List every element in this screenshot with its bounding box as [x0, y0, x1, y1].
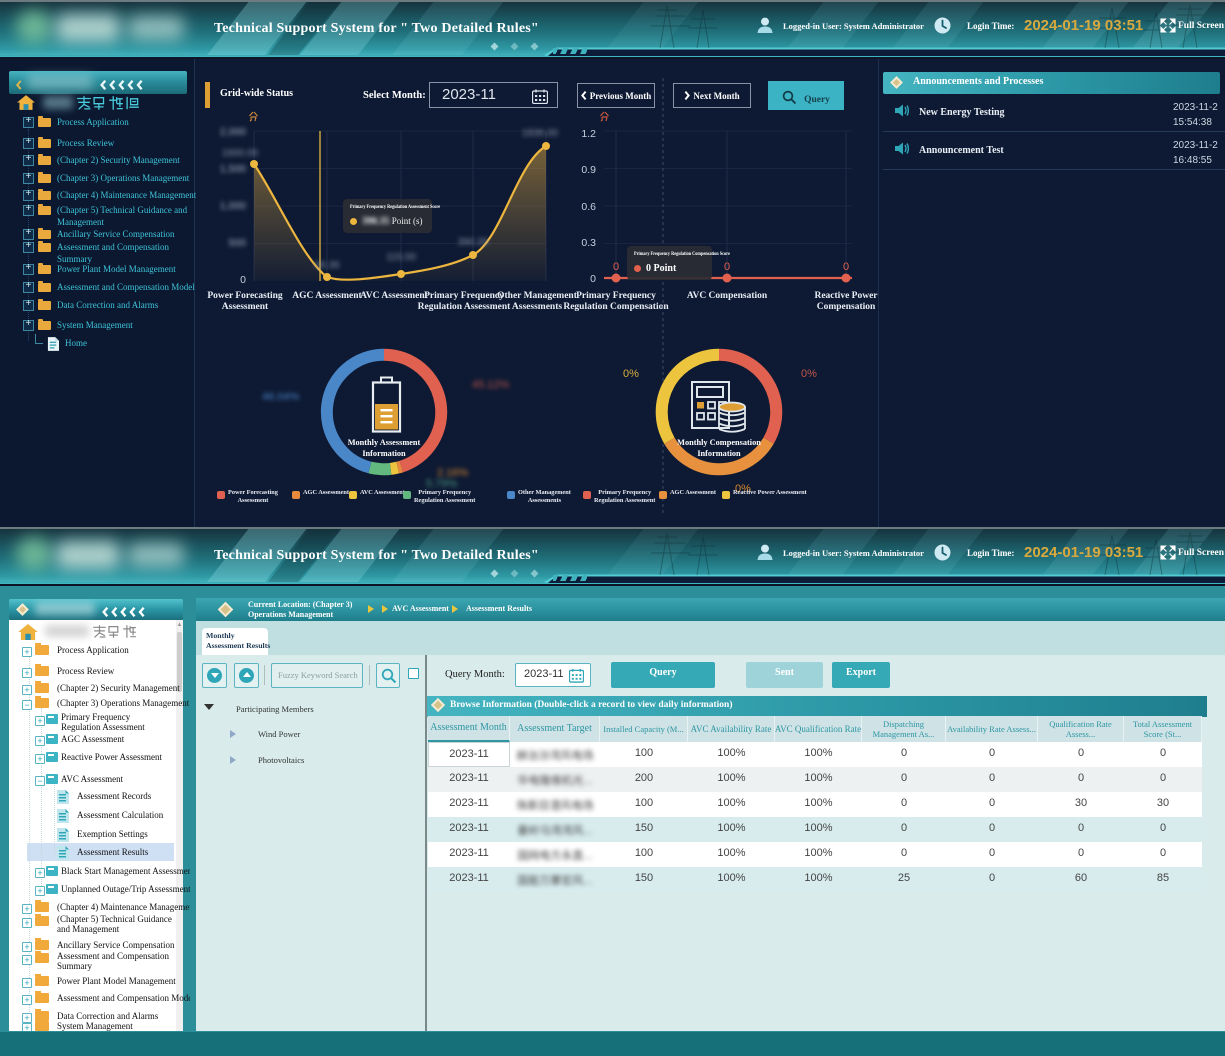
- svg-text:Power ForecastingAssessment: Power ForecastingAssessment: [207, 291, 283, 312]
- svg-text:1836.00: 1836.00: [522, 128, 559, 139]
- svg-text:0: 0: [843, 261, 849, 273]
- svg-text:0.9: 0.9: [581, 164, 596, 176]
- svg-text:390.35: 390.35: [458, 237, 489, 248]
- svg-text:115.00: 115.00: [386, 252, 416, 263]
- svg-text:0: 0: [590, 273, 596, 285]
- svg-text:AVC Assessment: AVC Assessment: [360, 291, 428, 301]
- svg-text:1.2: 1.2: [581, 128, 596, 140]
- svg-text:500: 500: [228, 237, 246, 249]
- svg-text:AGC Assessment: AGC Assessment: [292, 291, 362, 301]
- svg-text:0: 0: [240, 274, 246, 286]
- svg-text:1,500: 1,500: [220, 163, 246, 175]
- svg-text:1600.00: 1600.00: [222, 148, 259, 159]
- svg-text:AVC Compensation: AVC Compensation: [687, 291, 768, 301]
- svg-text:1,000: 1,000: [220, 200, 246, 212]
- svg-text:0: 0: [724, 261, 730, 273]
- svg-text:Reactive PowerCompensation: Reactive PowerCompensation: [814, 291, 878, 312]
- svg-text:2,000: 2,000: [220, 126, 246, 138]
- svg-text:0.3: 0.3: [581, 237, 596, 249]
- svg-text:Primary FrequencyRegulation Co: Primary FrequencyRegulation Compensation: [563, 291, 669, 312]
- svg-text:0.6: 0.6: [581, 201, 596, 213]
- svg-text:0: 0: [613, 261, 619, 273]
- svg-text:68.36: 68.36: [314, 260, 339, 271]
